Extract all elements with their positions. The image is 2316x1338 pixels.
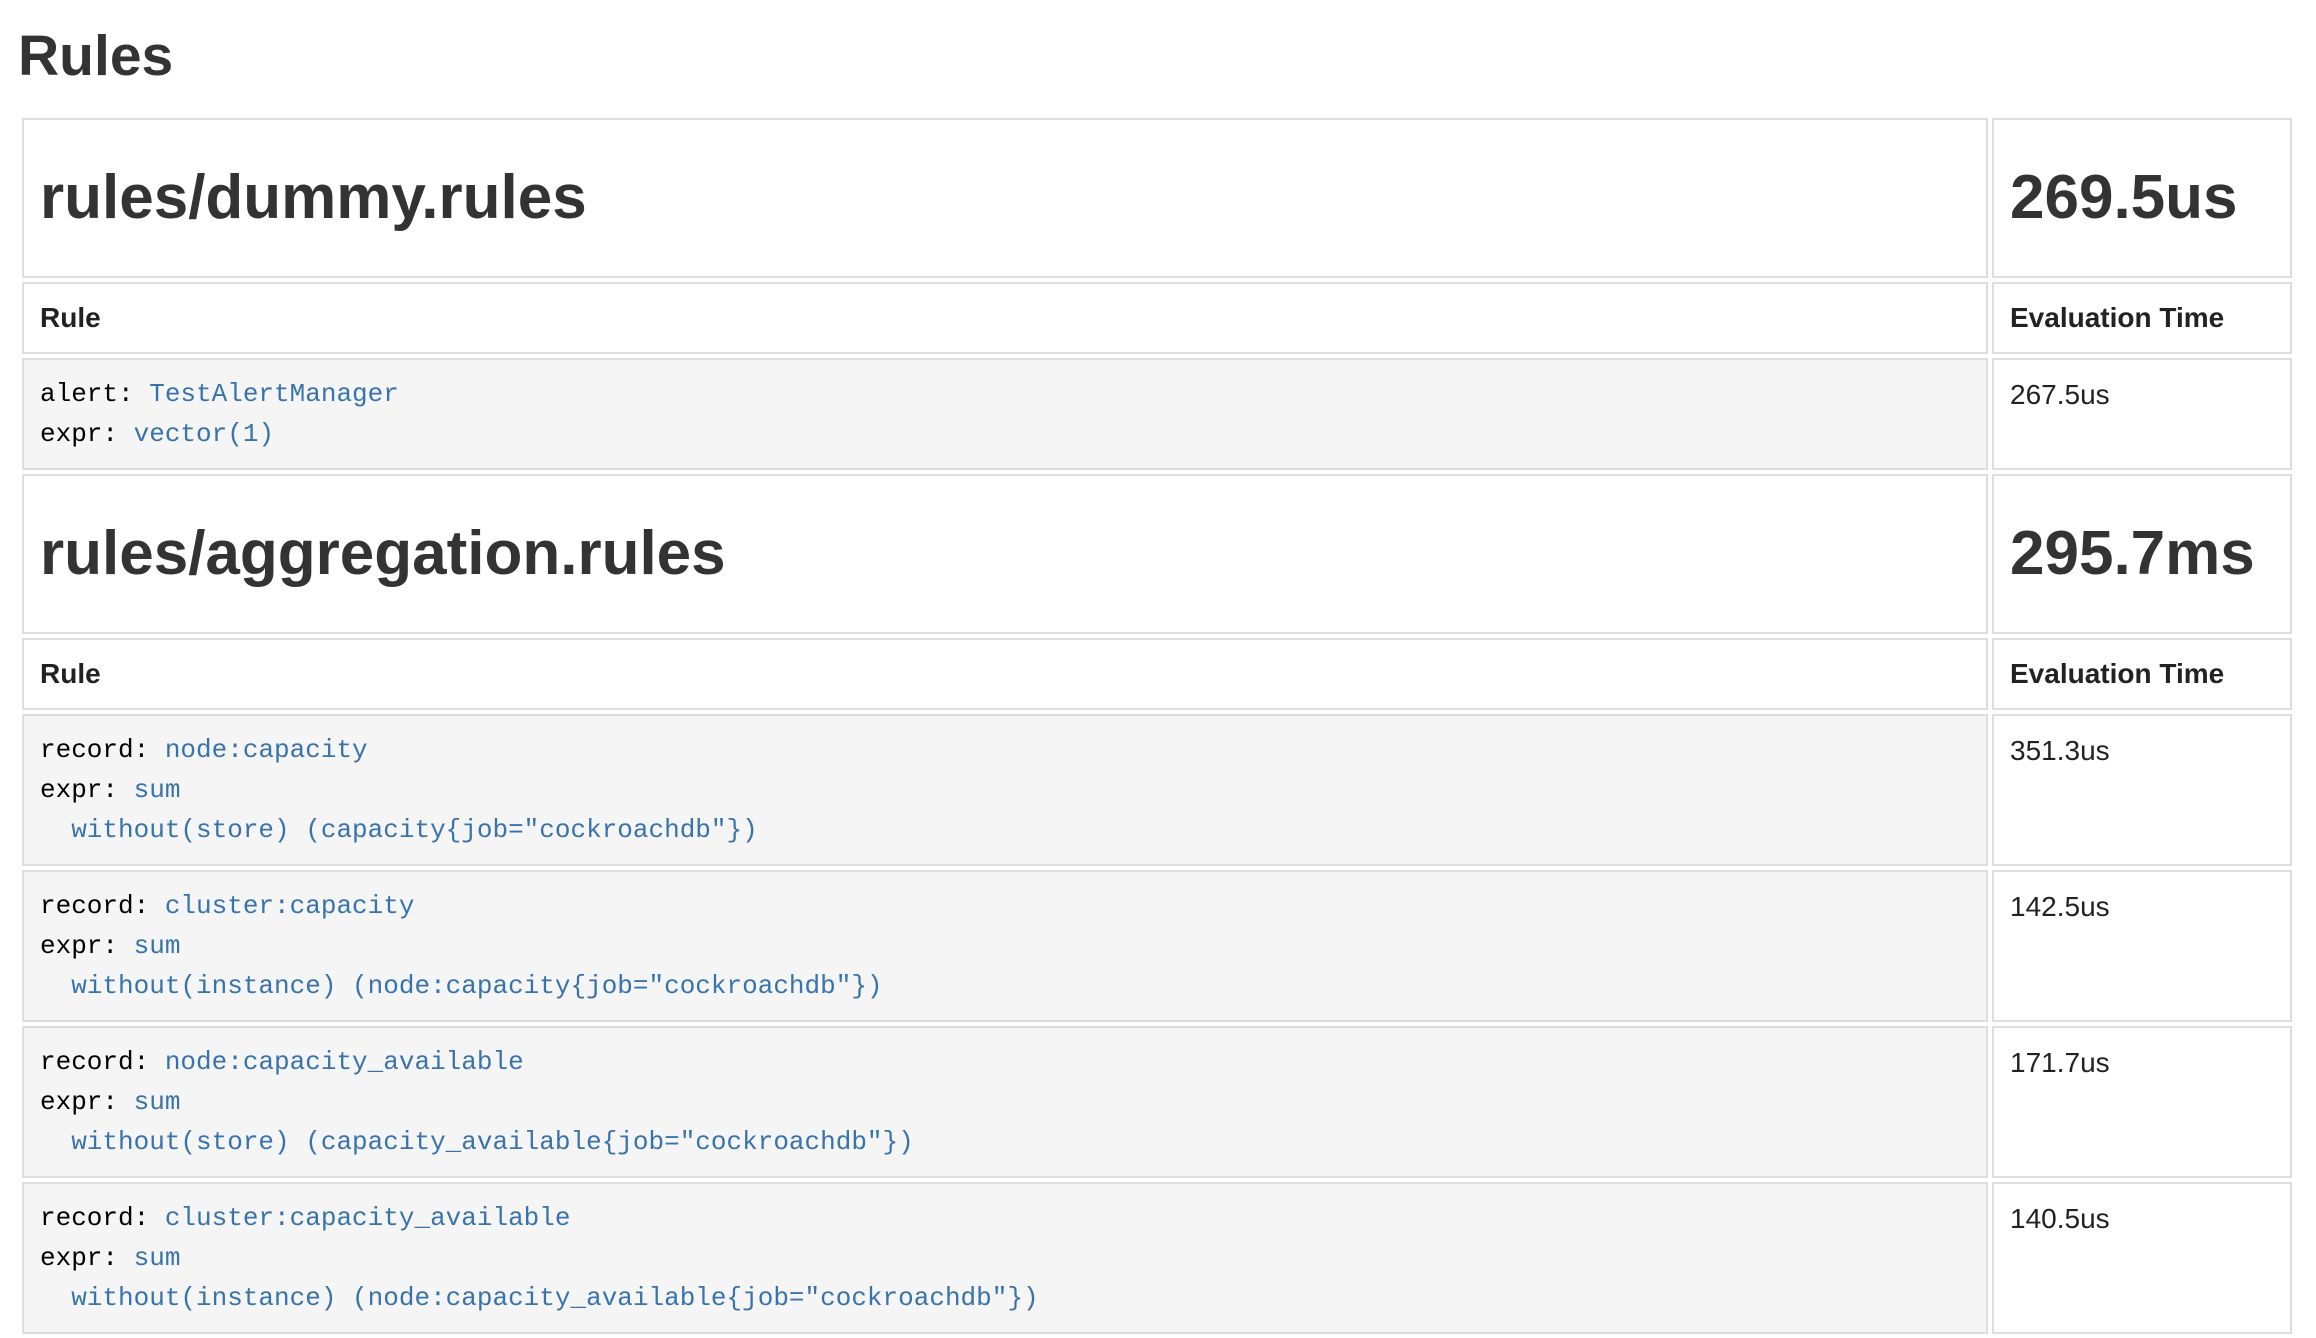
- group-file-name: rules/aggregation.rules: [22, 474, 1988, 634]
- rule-row: record: node:capacity_available expr: su…: [22, 1026, 2292, 1178]
- rule-row: record: cluster:capacity_available expr:…: [22, 1182, 2292, 1334]
- rule-link[interactable]: sum: [134, 931, 181, 961]
- rule-link[interactable]: cluster:capacity: [165, 891, 415, 921]
- rule-link[interactable]: vector(1): [134, 419, 274, 449]
- rule-code-cell: record: node:capacity_available expr: su…: [22, 1026, 1988, 1178]
- column-header-rule: Rule: [22, 638, 1988, 710]
- rule-link[interactable]: node:capacity_available: [165, 1047, 524, 1077]
- rule-code-cell: record: cluster:capacity expr: sum witho…: [22, 870, 1988, 1022]
- rule-code: record: node:capacity expr: sum without(…: [40, 730, 1970, 850]
- rule-link[interactable]: without(instance) (node:capacity_availab…: [40, 1283, 1039, 1313]
- rule-code: record: cluster:capacity_available expr:…: [40, 1198, 1970, 1318]
- rule-code-cell: alert: TestAlertManager expr: vector(1): [22, 358, 1988, 470]
- column-header-rule: Rule: [22, 282, 1988, 354]
- column-header-evaluation-time: Evaluation Time: [1992, 638, 2292, 710]
- column-header-row: RuleEvaluation Time: [22, 638, 2292, 710]
- column-header-row: RuleEvaluation Time: [22, 282, 2292, 354]
- rule-link[interactable]: cluster:capacity_available: [165, 1203, 571, 1233]
- group-evaluation-time: 295.7ms: [1992, 474, 2292, 634]
- rule-link[interactable]: sum: [134, 775, 181, 805]
- evaluation-time-cell: 267.5us: [1992, 358, 2292, 470]
- rule-code-cell: record: node:capacity expr: sum without(…: [22, 714, 1988, 866]
- evaluation-time-cell: 351.3us: [1992, 714, 2292, 866]
- evaluation-time-cell: 140.5us: [1992, 1182, 2292, 1334]
- rule-code: record: cluster:capacity expr: sum witho…: [40, 886, 1970, 1006]
- group-evaluation-time: 269.5us: [1992, 118, 2292, 278]
- rule-row: record: node:capacity expr: sum without(…: [22, 714, 2292, 866]
- rule-link[interactable]: TestAlertManager: [149, 379, 399, 409]
- rules-page: Rules rules/dummy.rules269.5usRuleEvalua…: [0, 0, 2316, 1338]
- group-row: rules/aggregation.rules295.7ms: [22, 474, 2292, 634]
- rule-link[interactable]: sum: [134, 1087, 181, 1117]
- rules-table-body: rules/dummy.rules269.5usRuleEvaluation T…: [22, 118, 2292, 1334]
- evaluation-time-cell: 171.7us: [1992, 1026, 2292, 1178]
- rule-code: record: node:capacity_available expr: su…: [40, 1042, 1970, 1162]
- group-row: rules/dummy.rules269.5us: [22, 118, 2292, 278]
- rule-link[interactable]: node:capacity: [165, 735, 368, 765]
- rule-row: record: cluster:capacity expr: sum witho…: [22, 870, 2292, 1022]
- column-header-evaluation-time: Evaluation Time: [1992, 282, 2292, 354]
- page-title: Rules: [18, 24, 2296, 88]
- rule-link[interactable]: without(store) (capacity_available{job="…: [40, 1127, 914, 1157]
- rule-row: alert: TestAlertManager expr: vector(1) 2…: [22, 358, 2292, 470]
- rule-code: alert: TestAlertManager expr: vector(1): [40, 374, 1970, 454]
- group-file-name: rules/dummy.rules: [22, 118, 1988, 278]
- evaluation-time-cell: 142.5us: [1992, 870, 2292, 1022]
- rules-table: rules/dummy.rules269.5usRuleEvaluation T…: [18, 114, 2296, 1338]
- rule-link[interactable]: sum: [134, 1243, 181, 1273]
- rule-code-cell: record: cluster:capacity_available expr:…: [22, 1182, 1988, 1334]
- rule-link[interactable]: without(instance) (node:capacity{job="co…: [40, 971, 883, 1001]
- rule-link[interactable]: without(store) (capacity{job="cockroachd…: [40, 815, 758, 845]
